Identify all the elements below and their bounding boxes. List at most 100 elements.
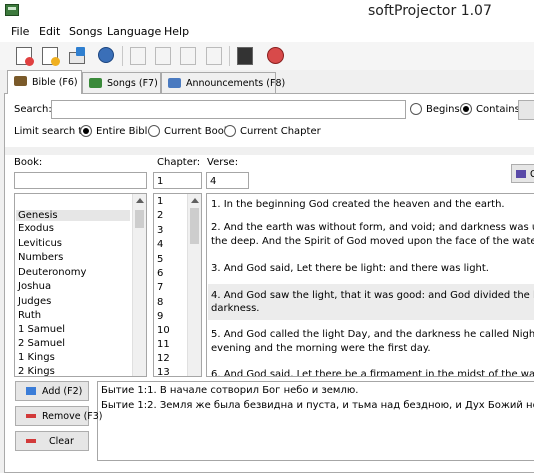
- list-item-chapter[interactable]: 10: [157, 325, 170, 336]
- go-button[interactable]: Go: [511, 164, 534, 183]
- toolbar-separator: [122, 46, 123, 66]
- list-item-book[interactable]: Numbers: [18, 252, 63, 263]
- verse-label: Verse:: [207, 157, 239, 168]
- chapter-list[interactable]: 1 2 3 4 5 6 7 8 9 10 11 12 13: [153, 193, 202, 377]
- open-project-button[interactable]: [39, 45, 61, 67]
- tab-songs[interactable]: Songs (F7): [82, 72, 161, 93]
- list-item-book[interactable]: Ruth: [18, 310, 41, 321]
- radio-current-chapter[interactable]: [224, 125, 236, 137]
- menu-songs[interactable]: Songs: [69, 25, 102, 38]
- radio-current-book[interactable]: [148, 125, 160, 137]
- list-item-chapter[interactable]: 11: [157, 339, 170, 350]
- song-number-icon: [237, 47, 253, 65]
- chapter-list-scrollbar[interactable]: [187, 194, 201, 376]
- list-item-chapter[interactable]: 1: [157, 196, 163, 207]
- verse-line[interactable]: 4. And God saw the light, that it was go…: [211, 289, 534, 302]
- scroll-up-icon[interactable]: [136, 198, 144, 203]
- new-song-icon: [130, 47, 146, 65]
- verse-line[interactable]: 2. And the earth was without form, and v…: [211, 221, 534, 234]
- verse-line[interactable]: 3. And God said, Let there be light: and…: [211, 262, 489, 275]
- new-project-button[interactable]: [13, 45, 35, 67]
- list-item-chapter[interactable]: 6: [157, 268, 163, 279]
- begins-label: Begins: [426, 104, 460, 115]
- list-item-book[interactable]: 2 Kings: [18, 366, 55, 376]
- current-book-label: Current Book: [164, 126, 230, 137]
- book-list-scrollbar[interactable]: [132, 194, 146, 376]
- bible-book-icon: [14, 76, 27, 86]
- history-item[interactable]: Бытие 1:2. Земля же была безвидна и пуст…: [101, 400, 534, 411]
- verse-line[interactable]: 5. And God called the light Day, and the…: [211, 328, 534, 341]
- verse-display[interactable]: 1. In the beginning God created the heav…: [206, 193, 534, 377]
- menu-file[interactable]: File: [11, 25, 29, 38]
- book-list[interactable]: Genesis Exodus Leviticus Numbers Deutero…: [14, 193, 147, 377]
- tab-bible[interactable]: Bible (F6): [7, 70, 82, 94]
- list-item-chapter[interactable]: 3: [157, 225, 163, 236]
- list-item-chapter[interactable]: 13: [157, 367, 170, 376]
- delete-song-icon: [206, 47, 222, 65]
- remove-icon: [26, 414, 36, 418]
- list-item-book[interactable]: 1 Samuel: [18, 324, 65, 335]
- search-button[interactable]: [518, 100, 534, 120]
- go-label: Go: [530, 169, 534, 180]
- open-project-badge: [51, 57, 60, 66]
- chapter-input[interactable]: 1: [153, 172, 202, 189]
- list-item-book[interactable]: Deuteronomy: [18, 267, 86, 278]
- list-item-chapter[interactable]: 7: [157, 282, 163, 293]
- search-input[interactable]: [51, 100, 406, 119]
- print-button[interactable]: [66, 45, 88, 67]
- verse-input[interactable]: 4: [206, 172, 249, 189]
- settings-button[interactable]: [95, 45, 117, 67]
- list-item-book[interactable]: 1 Kings: [18, 352, 55, 363]
- edit-song-button[interactable]: [152, 45, 174, 67]
- list-item-book[interactable]: Joshua: [18, 281, 51, 292]
- verse-line[interactable]: the deep. And the Spirit of God moved up…: [211, 235, 534, 248]
- tab-announcements-label: Announcements (F8): [186, 78, 286, 89]
- book-input[interactable]: [14, 172, 147, 189]
- chapter-list-scroll-thumb[interactable]: [190, 208, 199, 244]
- menu-edit[interactable]: Edit: [39, 25, 60, 38]
- verse-line[interactable]: 6. And God said, Let there be a firmamen…: [211, 368, 534, 376]
- radio-begins[interactable]: [410, 103, 422, 115]
- menu-help[interactable]: Help: [164, 25, 189, 38]
- delete-song-button[interactable]: [203, 45, 225, 67]
- announcements-icon: [168, 78, 181, 88]
- tab-songs-label: Songs (F7): [107, 78, 158, 89]
- verse-line[interactable]: darkness.: [211, 302, 259, 315]
- verse-line[interactable]: evening and the morning were the first d…: [211, 342, 431, 355]
- help-button[interactable]: [264, 45, 286, 67]
- list-item-chapter[interactable]: 8: [157, 297, 163, 308]
- book-list-scroll-thumb[interactable]: [135, 210, 144, 228]
- radio-contains[interactable]: [460, 103, 472, 115]
- list-item-book[interactable]: Exodus: [18, 223, 54, 234]
- songs-icon: [89, 78, 102, 88]
- contains-label: Contains: [476, 104, 520, 115]
- copy-song-button[interactable]: [177, 45, 199, 67]
- history-item[interactable]: Бытие 1:1. В начале сотворил Бог небо и …: [101, 385, 358, 396]
- tab-announcements[interactable]: Announcements (F8): [161, 72, 285, 93]
- settings-gear-icon: [98, 47, 114, 63]
- list-item-book[interactable]: 2 Samuel: [18, 338, 65, 349]
- menu-language[interactable]: Language: [107, 25, 161, 38]
- list-item-chapter[interactable]: 2: [157, 210, 163, 221]
- list-item-chapter[interactable]: 4: [157, 239, 163, 250]
- list-item-book[interactable]: Genesis: [16, 210, 130, 221]
- list-item-chapter[interactable]: 12: [157, 353, 170, 364]
- scroll-up-icon[interactable]: [191, 198, 199, 203]
- clear-button[interactable]: Clear: [15, 431, 89, 451]
- list-item-chapter[interactable]: 9: [157, 311, 163, 322]
- new-song-button[interactable]: [127, 45, 149, 67]
- clear-label: Clear: [49, 436, 74, 447]
- remove-button[interactable]: Remove (F3): [15, 406, 103, 426]
- remove-label: Remove (F3): [42, 411, 103, 422]
- song-number-button[interactable]: [234, 45, 256, 67]
- search-label: Search:: [14, 104, 52, 115]
- list-item-book[interactable]: Judges: [18, 296, 51, 307]
- entire-bible-label: Entire Bible: [96, 126, 154, 137]
- add-button[interactable]: Add (F2): [15, 381, 89, 401]
- history-list[interactable]: Бытие 1:1. В начале сотворил Бог небо и …: [97, 381, 534, 461]
- list-item-book[interactable]: Leviticus: [18, 238, 62, 249]
- list-item-chapter[interactable]: 5: [157, 254, 163, 265]
- radio-entire-bible[interactable]: [80, 125, 92, 137]
- verse-line[interactable]: 1. In the beginning God created the heav…: [211, 198, 505, 211]
- book-label: Book:: [14, 157, 43, 168]
